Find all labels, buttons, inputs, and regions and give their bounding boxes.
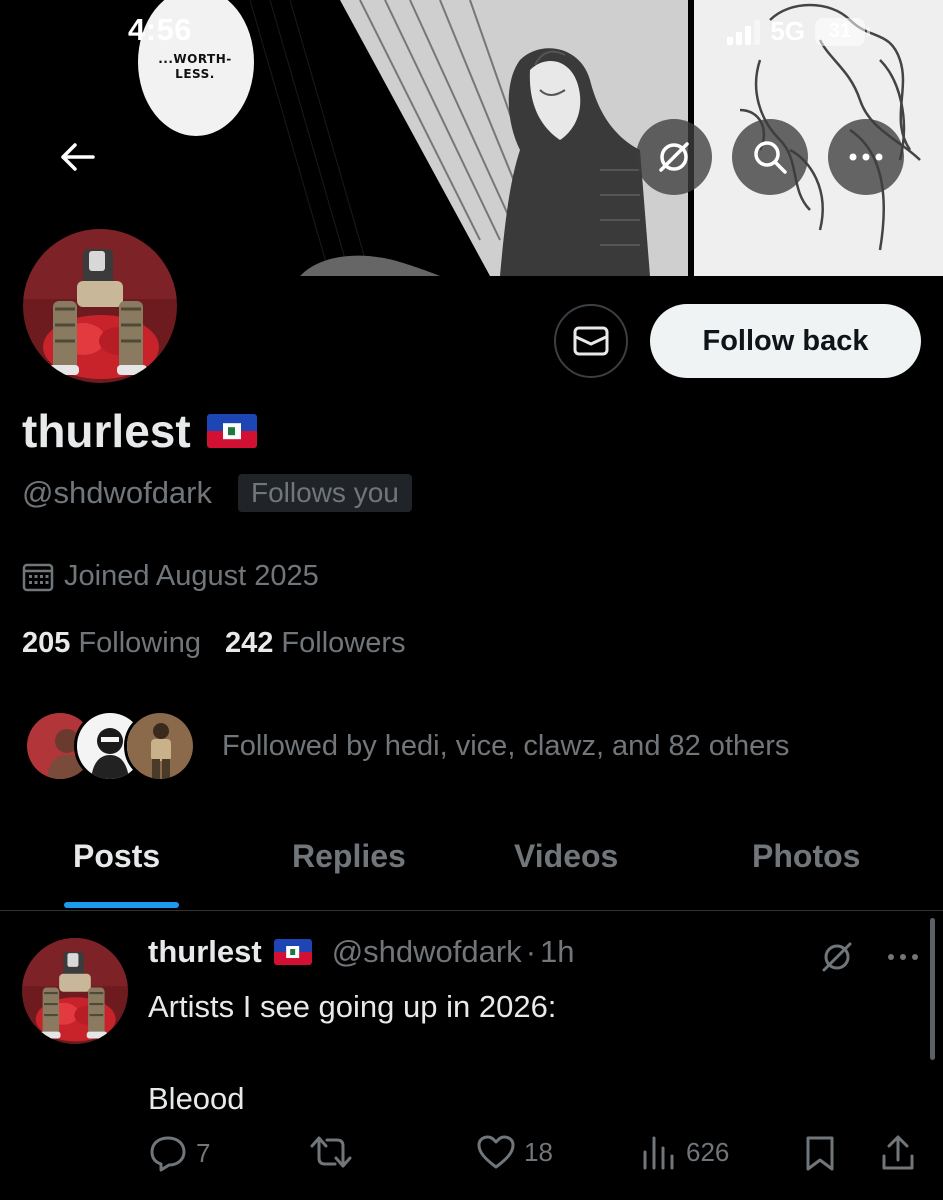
- message-button[interactable]: [554, 304, 628, 378]
- active-tab-indicator: [64, 902, 179, 908]
- followers-label: Followers: [281, 627, 406, 659]
- reply-count: 7: [196, 1137, 211, 1168]
- status-indicators: 5G 31: [727, 16, 870, 47]
- heart-icon: [477, 1135, 515, 1169]
- follow-counts: 205 Following 242 Followers: [22, 627, 406, 660]
- profile-handle: @shdwofdark: [22, 475, 212, 510]
- avatar-image: [23, 229, 177, 383]
- tab-videos[interactable]: Videos: [514, 838, 618, 875]
- tab-posts[interactable]: Posts: [73, 838, 160, 875]
- post-text[interactable]: Artists I see going up in 2026: Bleood: [148, 984, 908, 1122]
- like-button[interactable]: 18: [476, 1134, 553, 1170]
- joined-date: Joined August 2025: [22, 560, 319, 593]
- more-button[interactable]: [828, 119, 904, 195]
- post-author-handle[interactable]: @shdwofdark: [332, 934, 522, 970]
- network-label: 5G: [770, 16, 805, 46]
- profile-avatar[interactable]: [20, 226, 180, 386]
- joined-text: Joined August 2025: [64, 560, 319, 592]
- follower-avatar: [124, 710, 196, 782]
- post-text-line: Bleood: [148, 1081, 245, 1116]
- more-icon[interactable]: [886, 952, 920, 962]
- bookmark-button[interactable]: [804, 1134, 836, 1172]
- followed-by-text: Followed by hedi, vice, clawz, and 82 ot…: [222, 729, 790, 762]
- tab-replies[interactable]: Replies: [292, 838, 406, 875]
- followers-count: 242: [224, 627, 274, 659]
- profile-display-name: thurlest: [22, 405, 191, 457]
- search-button[interactable]: [732, 119, 808, 195]
- following-label: Following: [78, 627, 201, 659]
- post-text-line: Artists I see going up in 2026:: [148, 989, 557, 1024]
- post-author-name[interactable]: thurlest: [148, 934, 262, 970]
- views-button[interactable]: 626: [640, 1134, 729, 1170]
- status-time: 4:56: [128, 12, 193, 47]
- view-count: 626: [686, 1136, 730, 1167]
- share-button[interactable]: [880, 1134, 916, 1172]
- views-icon: [643, 1136, 674, 1170]
- back-button[interactable]: [48, 128, 106, 186]
- speech-bubble-text: ...WORTH- LESS.: [158, 52, 232, 81]
- handle-row: @shdwofdark Follows you: [22, 474, 412, 512]
- like-count: 18: [524, 1136, 553, 1167]
- repost-icon: [310, 1136, 352, 1168]
- profile-name-row: thurlest: [22, 404, 257, 458]
- post-actions: 7 18 626: [148, 1134, 918, 1180]
- repost-button[interactable]: [308, 1134, 362, 1170]
- post-timestamp[interactable]: 1h: [540, 934, 574, 970]
- following-count: 205: [22, 627, 71, 659]
- reply-icon: [150, 1136, 186, 1172]
- more-icon: [849, 153, 883, 161]
- haiti-flag-icon: [206, 414, 257, 448]
- share-icon: [882, 1135, 914, 1170]
- post-separator: ·: [525, 934, 537, 969]
- envelope-icon: [573, 326, 609, 356]
- follow-back-button[interactable]: Follow back: [650, 304, 921, 378]
- followed-by-row[interactable]: Followed by hedi, vice, clawz, and 82 ot…: [24, 710, 789, 782]
- followers-link[interactable]: 242 Followers: [225, 627, 406, 660]
- grok-icon: [659, 142, 689, 172]
- bookmark-icon: [806, 1136, 834, 1171]
- grok-button[interactable]: [636, 119, 712, 195]
- post-header-actions: [818, 938, 920, 976]
- follows-you-badge: Follows you: [238, 474, 412, 512]
- arrow-left-icon: [61, 143, 95, 171]
- post-header: thurlest @shdwofdark · 1h: [148, 934, 575, 970]
- following-link[interactable]: 205 Following: [22, 627, 201, 660]
- profile-tabs: Posts Replies Videos Photos: [0, 812, 943, 911]
- signal-icon: [727, 19, 761, 45]
- tab-photos[interactable]: Photos: [752, 838, 860, 875]
- scrollbar[interactable]: [930, 918, 935, 1060]
- grok-icon[interactable]: [818, 938, 856, 976]
- calendar-icon: [22, 563, 54, 591]
- battery-level: 31: [828, 20, 852, 42]
- reply-button[interactable]: 7: [148, 1134, 210, 1172]
- search-icon: [754, 141, 787, 174]
- avatar-image: [22, 938, 128, 1044]
- haiti-flag-icon: [273, 939, 312, 965]
- battery-icon: 31: [815, 17, 870, 46]
- post-author-avatar[interactable]: [22, 938, 128, 1044]
